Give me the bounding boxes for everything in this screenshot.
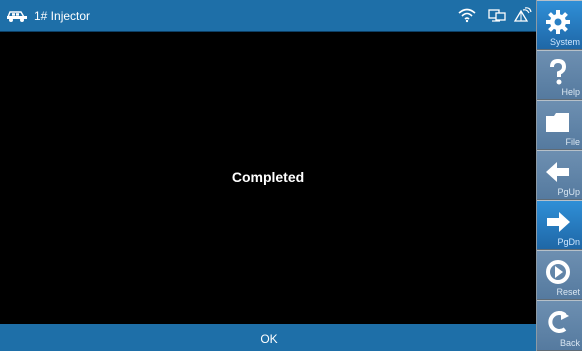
car-icon — [6, 11, 27, 22]
sidebar: System Help File PgUp PgDn Reset Back — [536, 0, 582, 351]
sidebar-item-label: Help — [561, 87, 580, 97]
ok-button[interactable]: OK — [232, 328, 306, 350]
arrow-right-icon — [547, 212, 570, 232]
sidebar-item-label: System — [549, 37, 580, 47]
sidebar-item-label: PgDn — [557, 237, 580, 247]
sidebar-item-help[interactable]: Help — [537, 50, 582, 100]
sidebar-item-pgup[interactable]: PgUp — [537, 150, 582, 200]
sidebar-item-back[interactable]: Back — [537, 300, 582, 351]
reset-icon — [546, 260, 570, 284]
question-icon — [550, 58, 567, 85]
footer-bar: OK — [0, 324, 536, 351]
gear-icon — [546, 10, 570, 34]
network-icon — [488, 9, 506, 22]
page-title: 1# Injector — [34, 9, 91, 23]
satellite-icon — [513, 7, 532, 22]
arrow-left-icon — [546, 162, 569, 182]
sidebar-item-pgdn[interactable]: PgDn — [537, 200, 582, 250]
folder-icon — [546, 113, 569, 132]
status-message: Completed — [231, 169, 305, 185]
sidebar-item-reset[interactable]: Reset — [537, 250, 582, 300]
sidebar-item-label: Back — [559, 338, 580, 348]
title-bar: 1# Injector — [0, 0, 536, 32]
wifi-icon — [458, 8, 476, 23]
sidebar-item-file[interactable]: File — [537, 100, 582, 150]
sidebar-item-system[interactable]: System — [537, 0, 582, 50]
sidebar-item-label: PgUp — [557, 187, 580, 197]
sidebar-item-label: File — [565, 137, 580, 147]
sidebar-item-label: Reset — [556, 287, 580, 297]
back-icon — [548, 311, 569, 333]
